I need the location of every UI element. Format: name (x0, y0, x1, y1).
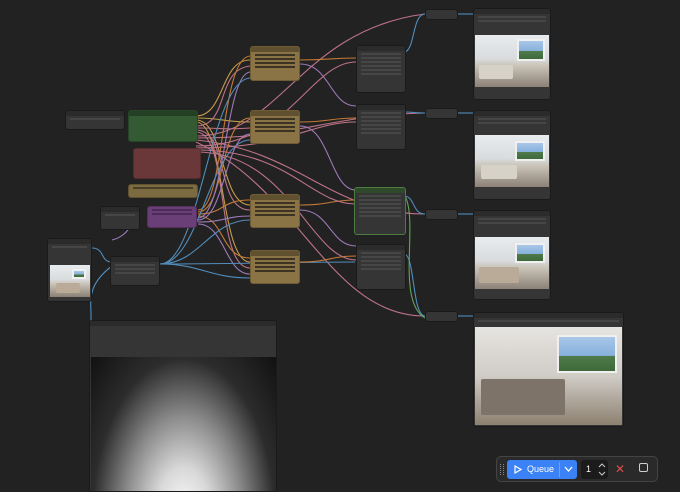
preview-image-node-1[interactable] (473, 8, 551, 100)
save-image-node-2[interactable] (425, 108, 458, 119)
preview-image-node-3[interactable] (473, 210, 551, 300)
controlnet-loader-node[interactable] (100, 206, 140, 230)
chevron-down-icon[interactable] (564, 466, 573, 473)
stepper-arrows-icon[interactable] (598, 462, 606, 477)
generated-image-3 (475, 237, 549, 289)
queue-toolbar: Queue 1 ✕ (496, 456, 658, 482)
preview-image-node-4[interactable] (473, 312, 624, 427)
close-icon[interactable]: ✕ (615, 462, 625, 476)
grip-icon[interactable] (500, 464, 504, 475)
save-image-node-1[interactable] (425, 9, 458, 20)
vae-decode-node-4[interactable] (356, 244, 406, 290)
depth-preprocessor-node[interactable] (110, 256, 160, 286)
controlnet-apply-node[interactable] (147, 206, 197, 228)
depth-map-preview-node[interactable] (89, 320, 277, 492)
negative-prompt-node[interactable] (133, 148, 201, 179)
input-image-thumbnail (50, 265, 90, 297)
save-image-node-4[interactable] (425, 311, 458, 322)
vae-decode-node-2[interactable] (356, 104, 406, 150)
generated-image-2 (475, 135, 549, 187)
square-icon[interactable] (639, 463, 648, 472)
play-icon (514, 465, 522, 474)
generated-image-1 (475, 35, 549, 87)
vae-decode-node-1[interactable] (356, 45, 406, 93)
queue-button[interactable]: Queue (507, 460, 577, 479)
depth-map-image (91, 357, 276, 491)
lora-loader-node[interactable] (128, 110, 198, 142)
ksampler-node-2[interactable] (250, 110, 300, 144)
queue-button-label: Queue (527, 464, 555, 474)
checkpoint-loader-node[interactable] (65, 110, 125, 130)
vae-decode-node-3[interactable] (354, 187, 406, 235)
batch-count-stepper[interactable]: 1 (581, 460, 608, 479)
positive-prompt-node[interactable] (128, 184, 198, 198)
ksampler-node-4[interactable] (250, 250, 300, 284)
generated-image-4 (475, 327, 622, 425)
node-graph-canvas[interactable] (0, 0, 680, 492)
preview-image-node-2[interactable] (473, 110, 551, 200)
load-image-node[interactable] (47, 238, 92, 302)
batch-count-value: 1 (586, 464, 592, 474)
save-image-node-3[interactable] (425, 209, 458, 220)
ksampler-node-3[interactable] (250, 194, 300, 228)
ksampler-node-1[interactable] (250, 46, 300, 81)
